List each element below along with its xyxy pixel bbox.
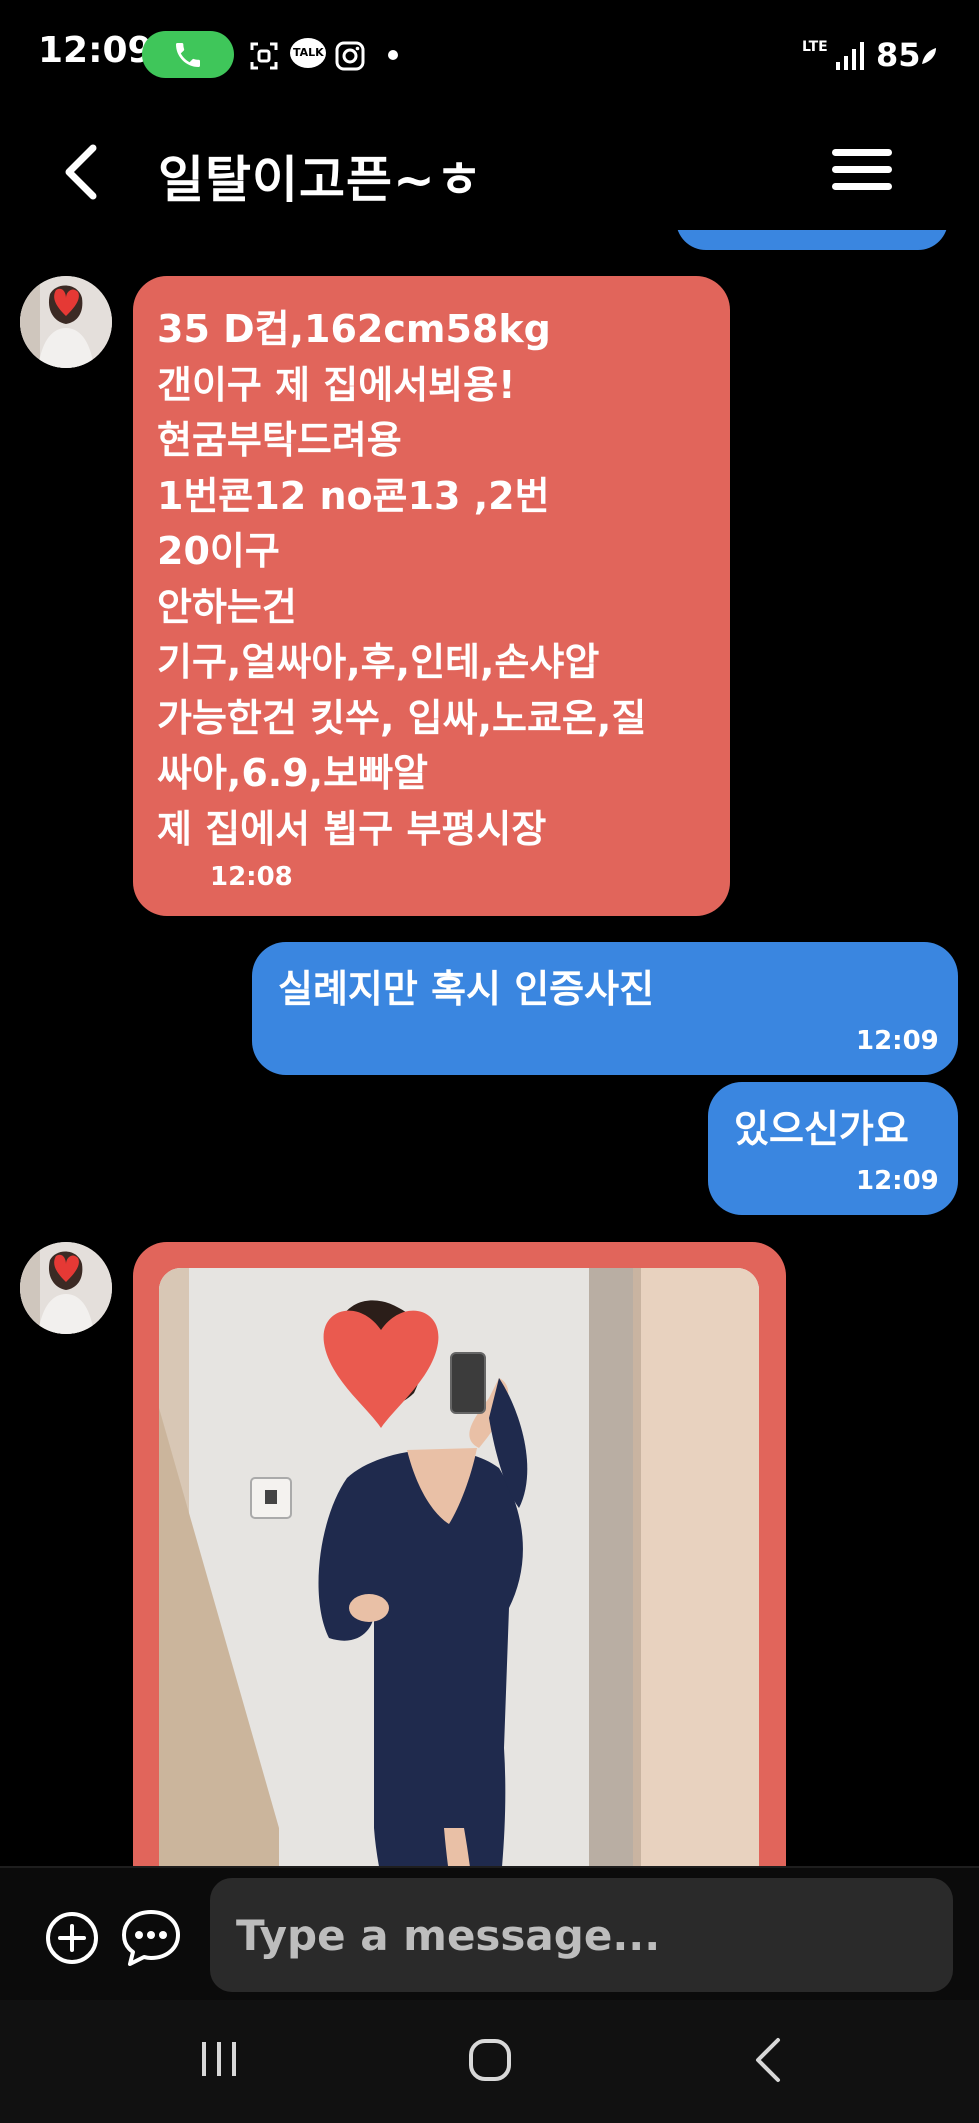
message-line: 안하는건 [157, 584, 297, 629]
dot-icon [388, 50, 398, 60]
back-icon[interactable] [748, 2036, 788, 2084]
incoming-photo-bubble[interactable] [133, 1242, 786, 1866]
instagram-icon [335, 41, 365, 71]
message-composer [0, 1866, 979, 2000]
message-line: 20이구 [157, 529, 280, 573]
message-line: 기구,얼싸아,후,인테,손샤압 [157, 640, 600, 684]
avatar[interactable] [20, 1242, 112, 1334]
message-text: 35 D컵,162cm58kg 갠이구 제 집에서뵈용! 현굼부탁드려용 1번쿈… [157, 302, 646, 857]
screenshot-icon [250, 42, 278, 70]
message-time: 12:09 [856, 1166, 939, 1196]
status-bar: 12:09 TALK LTE 85 [0, 0, 979, 110]
message-time: 12:09 [856, 1026, 939, 1056]
avatar[interactable] [20, 276, 112, 368]
battery-level: 85 [876, 36, 921, 74]
plus-circle-icon[interactable] [44, 1910, 100, 1966]
call-icon [176, 43, 200, 67]
battery-leaf-icon [922, 48, 936, 64]
previous-message-bubble[interactable] [676, 230, 948, 250]
message-line: 현굼부탁드려용 [157, 418, 402, 462]
chat-title: 일탈이고픈~ㅎ [158, 151, 483, 209]
message-line: 갠이구 제 집에서뵈용! [157, 362, 516, 407]
message-line: 35 D컵,162cm58kg [157, 307, 551, 351]
photo-attachment[interactable] [159, 1268, 759, 1866]
system-navigation-bar [0, 2000, 979, 2123]
mirror-selfie-image [159, 1268, 759, 1866]
message-line: 싸아,6.9,보빠알 [157, 751, 428, 795]
network-type: LTE [802, 39, 828, 55]
kakaotalk-label: TALK [293, 46, 324, 59]
incoming-message-bubble[interactable]: 35 D컵,162cm58kg 갠이구 제 집에서뵈용! 현굼부탁드려용 1번쿈… [133, 276, 730, 916]
message-input[interactable] [236, 1878, 936, 1992]
chat-header: 일탈이고픈~ㅎ [0, 110, 979, 230]
recent-apps-icon[interactable] [196, 2036, 242, 2082]
chevron-left-icon[interactable] [55, 140, 111, 204]
message-time: 12:08 [210, 862, 293, 892]
kakaotalk-icon: TALK [290, 38, 326, 68]
hamburger-menu-icon[interactable] [830, 145, 894, 195]
active-call-pill[interactable] [142, 31, 234, 78]
message-list[interactable]: 35 D컵,162cm58kg 갠이구 제 집에서뵈용! 현굼부탁드려용 1번쿈… [0, 230, 979, 1866]
message-input-container[interactable] [210, 1878, 953, 1992]
status-time: 12:09 [38, 30, 153, 71]
outgoing-message-bubble[interactable]: 실례지만 혹시 인증사진 12:09 [252, 942, 958, 1075]
avatar-image [20, 276, 112, 368]
message-line: 제 집에서 뵙구 부평시장 [157, 806, 547, 851]
home-icon[interactable] [466, 2036, 514, 2084]
message-line: 1번쿈12 no쿈13 ,2번 [157, 473, 550, 518]
signal-icon [836, 42, 864, 70]
message-text: 있으신가요 [734, 1107, 909, 1151]
avatar-image [20, 1242, 112, 1334]
message-line: 가능한건 킷쑤, 입싸,노쿄온,질 [157, 695, 647, 740]
chat-bubble-icon[interactable] [120, 1908, 182, 1968]
outgoing-message-bubble[interactable]: 있으신가요 12:09 [708, 1082, 958, 1215]
message-text: 실례지만 혹시 인증사진 [278, 967, 655, 1011]
